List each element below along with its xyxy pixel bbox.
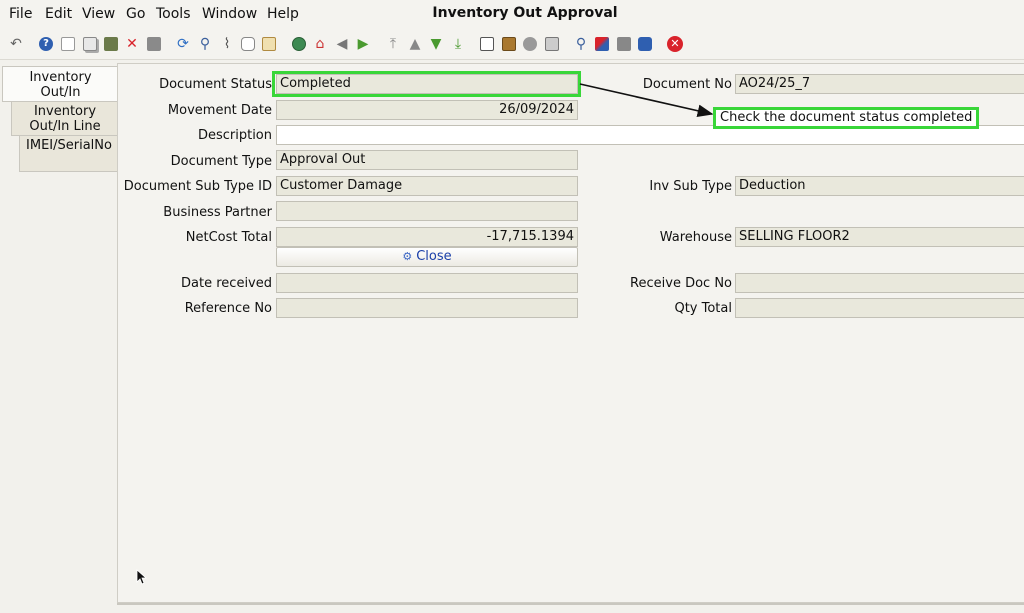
- mouse-cursor-icon: [136, 569, 148, 585]
- annotation-arrow: [579, 83, 714, 118]
- annotation-callout: Check the document status completed: [713, 107, 980, 129]
